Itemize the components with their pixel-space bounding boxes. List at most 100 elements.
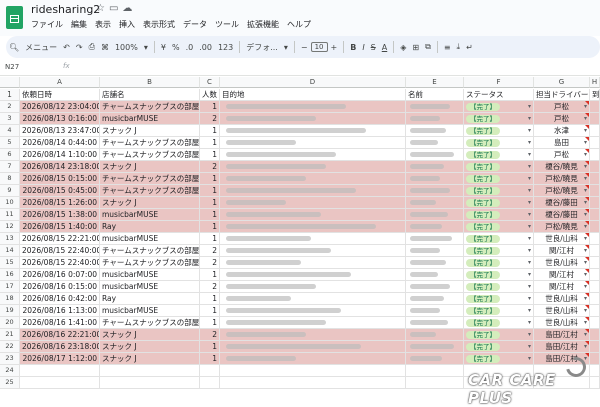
italic-icon[interactable]: I [359,43,367,52]
fill-color-icon[interactable]: ◈ [397,43,409,52]
star-icon[interactable]: ☆ [96,3,109,14]
cell-people[interactable]: 2 [200,281,220,292]
currency-button[interactable]: ¥ [158,43,169,52]
cell-destination[interactable] [220,101,406,112]
cell-destination[interactable] [220,257,406,268]
status-chip[interactable]: 【完了】 [466,343,500,351]
cell-name[interactable] [406,125,464,136]
cell-arrival[interactable] [590,125,600,136]
row-number[interactable]: 3 [0,113,20,124]
status-chip[interactable]: 【完了】 [466,187,500,195]
merge-icon[interactable]: ⧉ [422,42,434,52]
row-number[interactable]: 9 [0,185,20,196]
cell-arrival[interactable] [590,269,600,280]
cell-destination[interactable] [220,305,406,316]
row-number[interactable]: 7 [0,161,20,172]
header-cell-name[interactable]: 名前 [406,89,464,100]
cell-name[interactable] [406,137,464,148]
valign-icon[interactable]: ⤓ [454,42,464,52]
cell-name[interactable] [406,317,464,328]
status-chip[interactable]: 【完了】 [466,223,500,231]
cell-name[interactable] [406,245,464,256]
row-number[interactable]: 17 [0,281,20,292]
row-number[interactable]: 21 [0,329,20,340]
paint-format-icon[interactable]: ⌘ [98,43,112,52]
text-color-icon[interactable]: A [379,43,390,52]
header-cell-arrival[interactable]: 到 [590,89,600,100]
cell-destination[interactable] [220,329,406,340]
cell-driver[interactable]: 戸松 ▾ [534,149,590,160]
status-chip[interactable]: 【完了】 [466,211,500,219]
cell-driver[interactable]: 榎谷/藤田 ▾ [534,197,590,208]
status-chip[interactable]: 【完了】 [466,175,500,183]
cell-name[interactable] [406,161,464,172]
status-chip[interactable]: 【完了】 [466,271,500,279]
zoom-select[interactable]: 100% [112,43,141,52]
cell-status[interactable]: 【完了】 ▾ [464,137,534,148]
cell-people[interactable] [200,365,220,376]
chevron-down-icon[interactable]: ▾ [528,113,531,124]
cell-name[interactable] [406,209,464,220]
header-cell-status[interactable]: ステータス [464,89,534,100]
cell-status[interactable]: 【完了】 ▾ [464,341,534,352]
cell-people[interactable]: 1 [200,305,220,316]
menu-extensions[interactable]: 拡張機能 [247,19,279,30]
cell-status[interactable]: 【完了】 ▾ [464,197,534,208]
cell-datetime[interactable]: 2026/08/13 0:16:00 [20,113,100,124]
cell-status[interactable]: 【完了】 ▾ [464,329,534,340]
cell-store[interactable]: Ray [100,221,200,232]
row-number[interactable]: 12 [0,221,20,232]
decrease-decimal-button[interactable]: .0 [183,43,197,52]
status-chip[interactable]: 【完了】 [466,115,500,123]
cell-driver[interactable]: 戸松/曉見 ▾ [534,185,590,196]
column-header-d[interactable]: D [220,77,406,88]
cell-destination[interactable] [220,173,406,184]
chevron-down-icon[interactable]: ▾ [528,185,531,196]
cell-driver[interactable]: 島田/江村 ▾ [534,341,590,352]
cell-name[interactable] [406,101,464,112]
cell-people[interactable]: 1 [200,293,220,304]
menu-format[interactable]: 表示形式 [143,19,175,30]
cell-destination[interactable] [220,161,406,172]
cell-arrival[interactable] [590,161,600,172]
cell-arrival[interactable] [590,149,600,160]
cell-datetime[interactable]: 2026/08/15 1:40:00 [20,221,100,232]
cell-name[interactable] [406,113,464,124]
cell-arrival[interactable] [590,353,600,364]
cell-store[interactable]: musicbarMUSE [100,281,200,292]
cell-arrival[interactable] [590,137,600,148]
cell-datetime[interactable] [20,365,100,376]
cell-destination[interactable] [220,281,406,292]
row-number[interactable]: 15 [0,257,20,268]
cell-name[interactable] [406,197,464,208]
minus-icon[interactable]: − [298,43,311,52]
chevron-down-icon[interactable]: ▾ [528,197,531,208]
borders-icon[interactable]: ⊞ [409,43,422,52]
cell-store[interactable] [100,377,200,388]
cell-datetime[interactable]: 2026/08/15 22:40:00 [20,257,100,268]
header-cell-driver[interactable]: 担当ドライバー [534,89,590,100]
number-format-button[interactable]: 123 [215,43,236,52]
cell-arrival[interactable] [590,317,600,328]
cell-store[interactable]: スナック J [100,341,200,352]
chevron-down-icon[interactable]: ▾ [528,353,531,364]
cell-arrival[interactable] [590,101,600,112]
cell-status[interactable]: 【完了】 ▾ [464,233,534,244]
folder-icon[interactable]: ▭ [109,3,122,14]
cell-datetime[interactable]: 2026/08/16 0:07:00 [20,269,100,280]
cell-name[interactable] [406,269,464,280]
cell-driver[interactable]: 戸松 ▾ [534,101,590,112]
chevron-down-icon[interactable]: ▾ [528,233,531,244]
chevron-down-icon[interactable]: ▾ [528,173,531,184]
cell-status[interactable]: 【完了】 ▾ [464,221,534,232]
cell-store[interactable]: Ray [100,293,200,304]
increase-decimal-button[interactable]: .00 [196,43,215,52]
row-number[interactable]: 10 [0,197,20,208]
column-header-e[interactable]: E [406,77,464,88]
cell-status[interactable]: 【完了】 ▾ [464,245,534,256]
status-chip[interactable]: 【完了】 [466,151,500,159]
cell-destination[interactable] [220,317,406,328]
cell-driver[interactable]: 戸松/曉見 ▾ [534,221,590,232]
cell-datetime[interactable]: 2026/08/15 0:15:00 [20,173,100,184]
header-cell-people[interactable]: 人数 [200,89,220,100]
